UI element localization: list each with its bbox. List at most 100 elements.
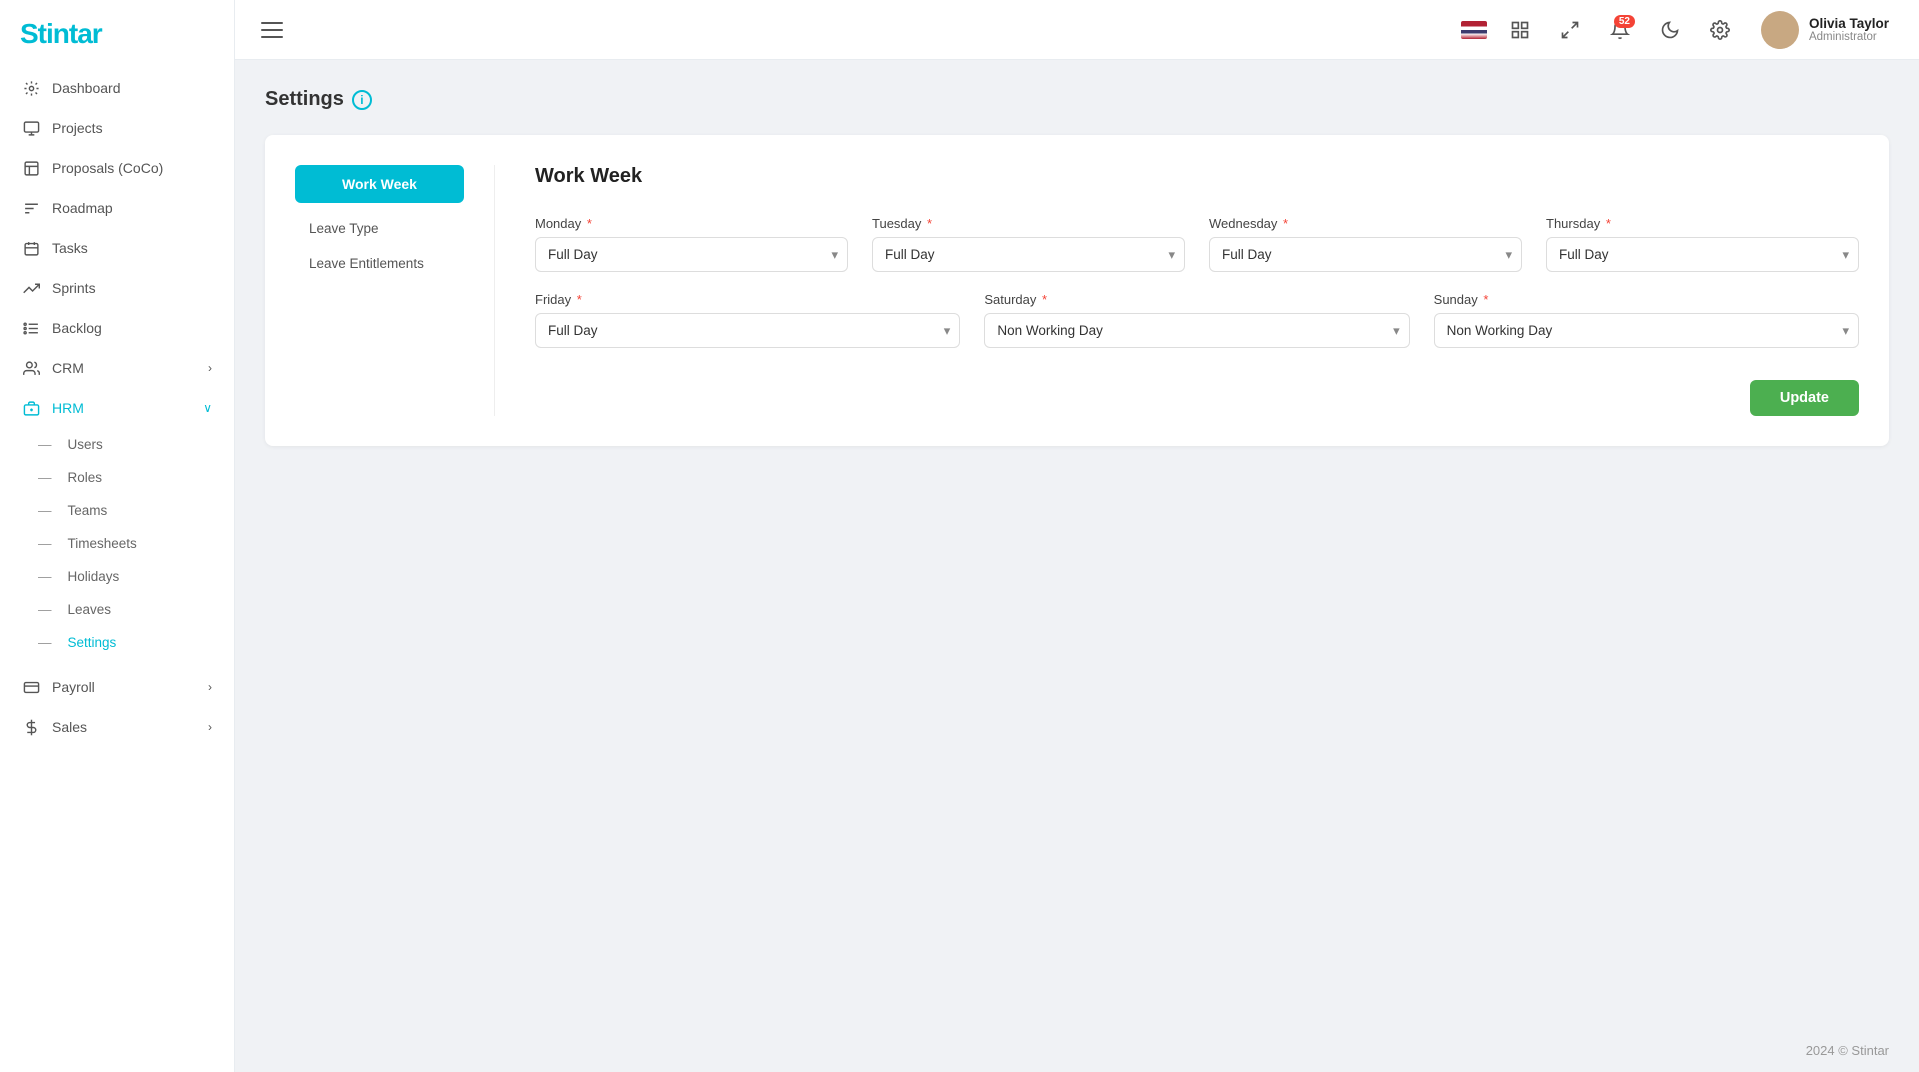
dash-icon: — — [38, 503, 52, 518]
sidebar-item-dashboard[interactable]: Dashboard — [0, 68, 234, 108]
menu-button[interactable] — [257, 18, 287, 42]
notification-button[interactable]: 52 — [1603, 13, 1637, 47]
sidebar-item-settings[interactable]: — Settings — [0, 626, 234, 659]
header-right: 52 Olivia Taylor Administrator — [1461, 7, 1897, 53]
friday-label: Friday * — [535, 292, 960, 307]
footer: 2024 © Stintar — [235, 1029, 1919, 1072]
wednesday-group: Wednesday * Full Day Half Day Non Workin… — [1209, 216, 1522, 272]
user-role: Administrator — [1809, 31, 1889, 43]
apps-button[interactable] — [1503, 13, 1537, 47]
sidebar-item-sales[interactable]: Sales › — [0, 707, 234, 747]
notification-badge: 52 — [1614, 15, 1635, 28]
wednesday-select[interactable]: Full Day Half Day Non Working Day — [1209, 237, 1522, 272]
header-left — [257, 18, 287, 42]
tab-leave-entitlements[interactable]: Leave Entitlements — [295, 246, 464, 281]
sidebar-item-roles[interactable]: — Roles — [0, 461, 234, 494]
friday-select-wrapper: Full Day Half Day Non Working Day ▾ — [535, 313, 960, 348]
sidebar-item-teams[interactable]: — Teams — [0, 494, 234, 527]
sidebar-item-crm[interactable]: CRM › — [0, 348, 234, 388]
tuesday-required: * — [923, 216, 932, 231]
card-sidebar: Work Week Leave Type Leave Entitlements — [295, 165, 495, 416]
monday-select[interactable]: Full Day Half Day Non Working Day — [535, 237, 848, 272]
sunday-label: Sunday * — [1434, 292, 1859, 307]
tab-leave-type[interactable]: Leave Type — [295, 211, 464, 246]
hamburger-line — [261, 29, 283, 31]
dark-mode-button[interactable] — [1653, 13, 1687, 47]
projects-icon — [22, 119, 40, 137]
expand-button[interactable] — [1553, 13, 1587, 47]
sidebar-item-users[interactable]: — Users — [0, 428, 234, 461]
sidebar-item-proposals-label: Proposals (CoCo) — [52, 160, 163, 176]
saturday-label: Saturday * — [984, 292, 1409, 307]
language-flag[interactable] — [1461, 21, 1487, 39]
tab-work-week[interactable]: Work Week — [295, 165, 464, 203]
payroll-chevron-icon: › — [208, 680, 212, 694]
logo: Stintar — [20, 18, 102, 50]
saturday-required: * — [1038, 292, 1047, 307]
backlog-icon — [22, 319, 40, 337]
tuesday-select[interactable]: Full Day Half Day Non Working Day — [872, 237, 1185, 272]
user-name: Olivia Taylor — [1809, 16, 1889, 31]
sidebar-item-timesheets[interactable]: — Timesheets — [0, 527, 234, 560]
sidebar-item-holidays[interactable]: — Holidays — [0, 560, 234, 593]
monday-group: Monday * Full Day Half Day Non Working D… — [535, 216, 848, 272]
dash-icon: — — [38, 635, 52, 650]
sidebar: Stintar Dashboard Projects Proposals (Co… — [0, 0, 235, 1072]
hamburger-line — [261, 36, 283, 38]
page-header: Settings i — [265, 88, 1889, 111]
friday-select[interactable]: Full Day Half Day Non Working Day — [535, 313, 960, 348]
dash-icon: — — [38, 602, 52, 617]
sidebar-item-proposals[interactable]: Proposals (CoCo) — [0, 148, 234, 188]
sidebar-item-crm-label: CRM — [52, 360, 84, 376]
sunday-required: * — [1480, 292, 1489, 307]
dashboard-icon — [22, 79, 40, 97]
thursday-select[interactable]: Full Day Half Day Non Working Day — [1546, 237, 1859, 272]
sunday-select-wrapper: Full Day Half Day Non Working Day ▾ — [1434, 313, 1859, 348]
crm-chevron-icon: › — [208, 361, 212, 375]
card-inner: Work Week Leave Type Leave Entitlements … — [295, 165, 1859, 416]
sidebar-item-projects-label: Projects — [52, 120, 103, 136]
thursday-select-wrapper: Full Day Half Day Non Working Day ▾ — [1546, 237, 1859, 272]
header: 52 Olivia Taylor Administrator — [235, 0, 1919, 60]
days-row-2: Friday * Full Day Half Day Non Working D… — [535, 292, 1859, 348]
sidebar-item-hrm[interactable]: HRM ∨ — [0, 388, 234, 428]
sidebar-item-sprints-label: Sprints — [52, 280, 96, 296]
saturday-group: Saturday * Full Day Half Day Non Working… — [984, 292, 1409, 348]
settings-button[interactable] — [1703, 13, 1737, 47]
tasks-icon — [22, 239, 40, 257]
sidebar-item-leaves[interactable]: — Leaves — [0, 593, 234, 626]
saturday-select[interactable]: Full Day Half Day Non Working Day — [984, 313, 1409, 348]
thursday-required: * — [1602, 216, 1611, 231]
friday-required: * — [573, 292, 582, 307]
footer-text: 2024 © Stintar — [1806, 1043, 1889, 1058]
sidebar-item-backlog[interactable]: Backlog — [0, 308, 234, 348]
user-profile[interactable]: Olivia Taylor Administrator — [1753, 7, 1897, 53]
wednesday-select-wrapper: Full Day Half Day Non Working Day ▾ — [1209, 237, 1522, 272]
saturday-select-wrapper: Full Day Half Day Non Working Day ▾ — [984, 313, 1409, 348]
sidebar-item-hrm-label: HRM — [52, 400, 84, 416]
monday-label: Monday * — [535, 216, 848, 231]
sales-icon — [22, 718, 40, 736]
roadmap-icon — [22, 199, 40, 217]
payroll-icon — [22, 678, 40, 696]
sidebar-item-roadmap[interactable]: Roadmap — [0, 188, 234, 228]
monday-select-wrapper: Full Day Half Day Non Working Day ▾ — [535, 237, 848, 272]
sidebar-item-sprints[interactable]: Sprints — [0, 268, 234, 308]
wednesday-label: Wednesday * — [1209, 216, 1522, 231]
page-title: Settings — [265, 88, 344, 111]
dash-icon: — — [38, 536, 52, 551]
content-area: Settings i Work Week Leave Type Leave En… — [235, 60, 1919, 1029]
tuesday-select-wrapper: Full Day Half Day Non Working Day ▾ — [872, 237, 1185, 272]
sidebar-item-tasks[interactable]: Tasks — [0, 228, 234, 268]
sunday-select[interactable]: Full Day Half Day Non Working Day — [1434, 313, 1859, 348]
info-icon[interactable]: i — [352, 90, 372, 110]
sidebar-item-dashboard-label: Dashboard — [52, 80, 121, 96]
sidebar-item-backlog-label: Backlog — [52, 320, 102, 336]
thursday-group: Thursday * Full Day Half Day Non Working… — [1546, 216, 1859, 272]
sidebar-item-payroll[interactable]: Payroll › — [0, 667, 234, 707]
tuesday-label: Tuesday * — [872, 216, 1185, 231]
sidebar-item-projects[interactable]: Projects — [0, 108, 234, 148]
sprints-icon — [22, 279, 40, 297]
update-button[interactable]: Update — [1750, 380, 1859, 416]
dash-icon: — — [38, 437, 52, 452]
